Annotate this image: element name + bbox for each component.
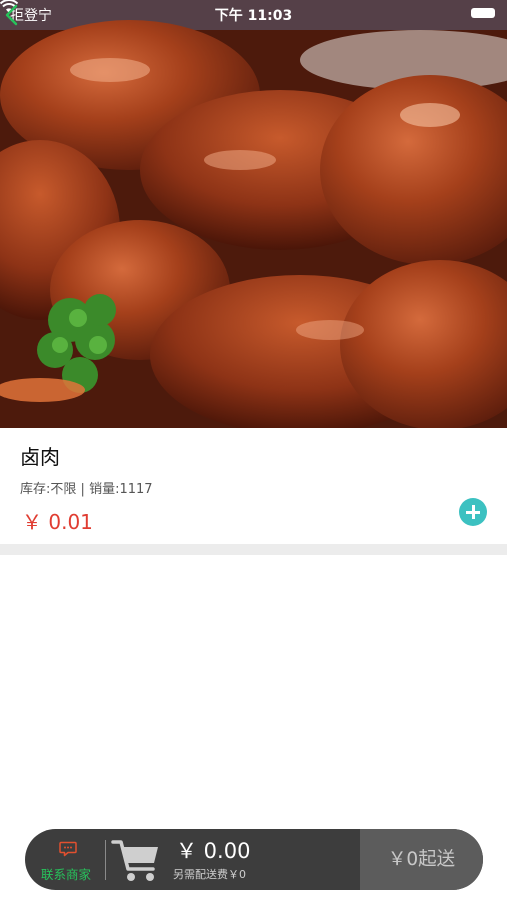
- cart-bar: 联系商家 ￥ 0.00 另需配送费￥0 ￥0起送: [25, 829, 483, 890]
- battery-icon: [471, 8, 495, 18]
- contact-merchant-label: 联系商家: [40, 867, 91, 882]
- status-time: 下午 11:03: [214, 8, 293, 24]
- cart-bar-separator: [105, 840, 106, 880]
- add-to-cart-button[interactable]: [459, 498, 487, 526]
- shopping-cart-icon[interactable]: [110, 833, 162, 885]
- product-name: 卤肉: [20, 445, 60, 469]
- product-meta: 库存:不限 | 销量:1117: [20, 478, 153, 497]
- product-image: 拒登宁 下午 11:03: [0, 0, 507, 428]
- checkout-button[interactable]: ￥0起送: [360, 829, 483, 890]
- sales-label: 销量:1117: [89, 482, 153, 497]
- braised-pork-illustration: [0, 0, 507, 428]
- cart-total: ￥ 0.00: [176, 839, 251, 863]
- product-info: 卤肉 库存:不限 | 销量:1117 ￥ 0.01: [0, 428, 507, 544]
- product-price: ￥ 0.01: [22, 510, 93, 534]
- meta-separator: |: [80, 482, 85, 497]
- stock-label: 库存:不限: [20, 482, 77, 497]
- section-divider: [0, 544, 507, 555]
- back-chevron-icon[interactable]: [0, 0, 24, 30]
- status-bar: 拒登宁 下午 11:03: [0, 0, 507, 28]
- contact-merchant-button[interactable]: 联系商家: [25, 829, 107, 890]
- delivery-fee-note: 另需配送费￥0: [173, 868, 246, 881]
- chat-bubble-icon: [59, 841, 77, 857]
